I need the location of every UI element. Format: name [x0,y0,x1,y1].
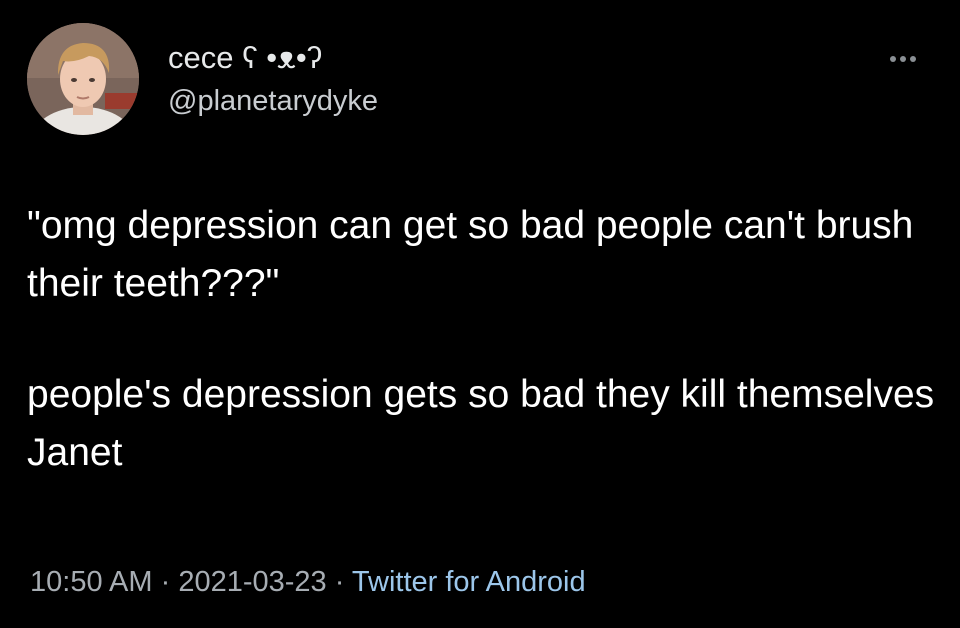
more-options-button[interactable] [880,44,926,74]
profile-photo-icon [27,23,139,135]
avatar[interactable] [27,23,139,135]
tweet-text-paragraph: people's depression gets so bad they kil… [27,373,935,474]
tweet-date[interactable]: 2021-03-23 [178,566,326,598]
display-name[interactable]: cece ʕ •ᴥ•ʔ [168,38,322,78]
tweet-card: cece ʕ •ᴥ•ʔ @planetarydyke "omg depressi… [0,0,960,628]
tweet-text-paragraph: "omg depression can get so bad people ca… [27,204,914,305]
separator-dot: · [326,566,352,598]
tweet-time[interactable]: 10:50 AM [30,566,153,598]
separator-dot: · [152,566,179,598]
tweet-metadata: 10:50 AM · 2021-03-23 · Twitter for Andr… [30,562,586,602]
ellipsis-icon [890,56,916,62]
user-handle[interactable]: @planetarydyke [168,82,378,120]
tweet-source-link[interactable]: Twitter for Android [352,566,586,598]
